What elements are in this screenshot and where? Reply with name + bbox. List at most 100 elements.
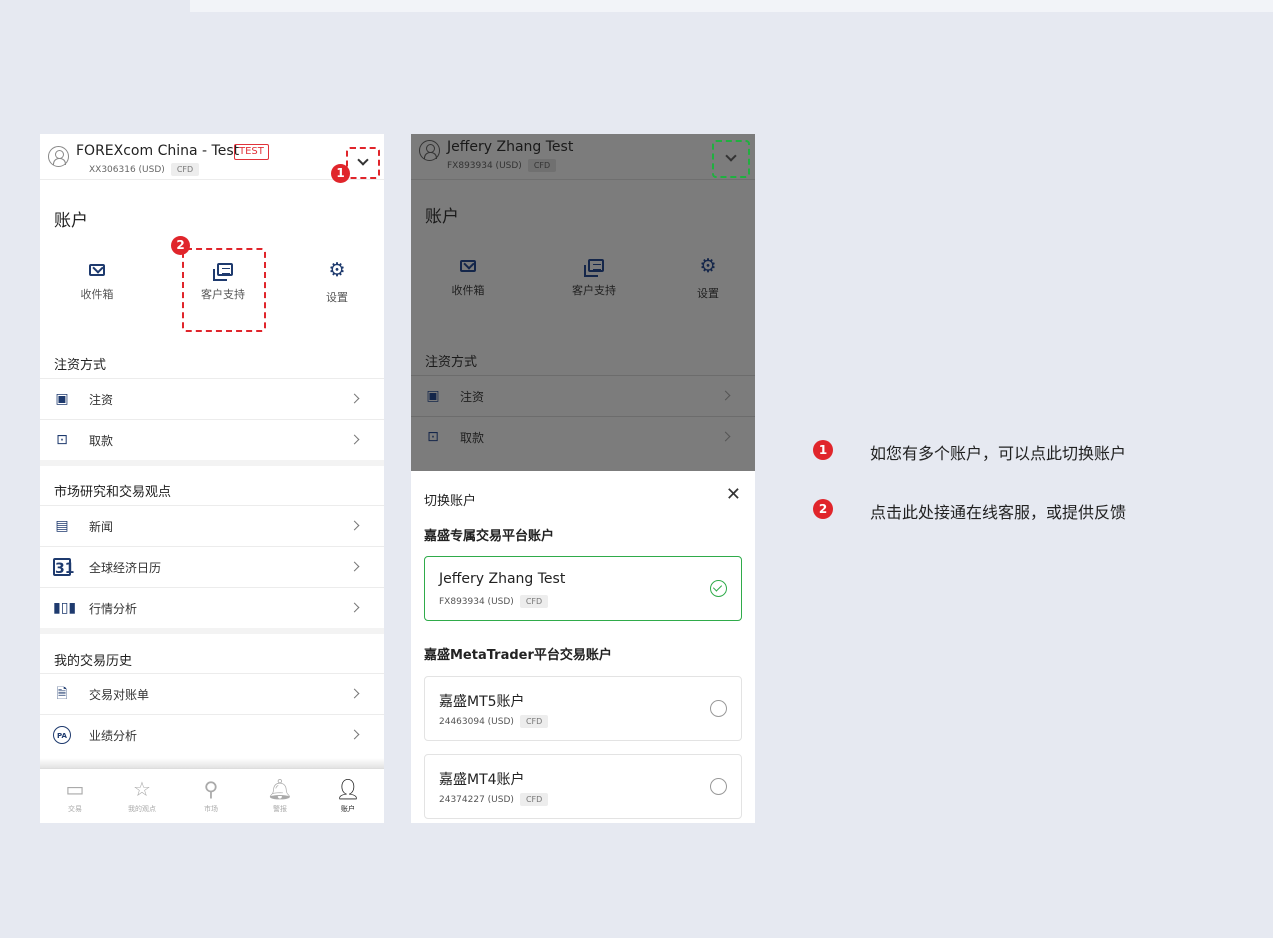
row-label: 行情分析 <box>89 602 138 616</box>
cfd-badge: CFD <box>170 163 200 176</box>
row-statement[interactable]: 🗎 交易对账单 <box>40 673 384 714</box>
row-deposit[interactable]: ▣ 注资 <box>40 378 384 419</box>
account-option-number: FX893934 (USD) CFD <box>439 595 549 608</box>
cfd-badge: CFD <box>519 595 549 608</box>
account-option-mt4[interactable]: 嘉盛MT4账户 24374227 (USD) CFD <box>424 754 742 819</box>
nav-trade[interactable]: ▭ 交易 <box>46 777 104 814</box>
gear-icon: ⚙ <box>699 255 717 277</box>
page-title: 账户 <box>54 211 88 231</box>
account-switch-button[interactable] <box>712 140 750 178</box>
nav-shadow <box>40 758 384 768</box>
section-divider <box>40 628 384 634</box>
bell-icon: 🔔︎ <box>267 777 293 801</box>
cfd-badge: CFD <box>527 159 557 172</box>
dimmed-background[interactable]: Jeffery Zhang Test FX893934 (USD) CFD 账户 … <box>411 134 755 471</box>
chevron-right-icon <box>349 602 360 613</box>
support-label: 客户支持 <box>572 284 616 297</box>
nav-label: 账户 <box>341 805 355 813</box>
group-metatrader: 嘉盛MetaTrader平台交易账户 <box>424 648 612 663</box>
group-proprietary: 嘉盛专属交易平台账户 <box>424 529 555 544</box>
nav-markets[interactable]: ⚲ 市场 <box>182 777 240 814</box>
row-withdraw: ⊡ 取款 <box>411 416 755 457</box>
chevron-down-icon <box>725 150 737 162</box>
trade-icon: ▭ <box>65 777 85 801</box>
chevron-right-icon <box>349 434 360 445</box>
account-switch-button[interactable] <box>346 147 380 179</box>
inbox-button: 收件箱 <box>423 257 513 298</box>
nav-views[interactable]: ☆ 我的观点 <box>113 777 171 814</box>
legend-text: 如您有多个账户，可以点此切换账户 <box>870 444 1127 463</box>
nav-label: 市场 <box>204 805 218 813</box>
page-title: 账户 <box>425 207 459 227</box>
account-number: FX893934 (USD) CFD <box>447 159 557 172</box>
account-number-text: FX893934 (USD) <box>447 161 522 171</box>
withdraw-icon: ⊡ <box>427 429 439 445</box>
row-analysis[interactable]: ▮▯▮ 行情分析 <box>40 587 384 628</box>
account-option-number: 24374227 (USD) CFD <box>439 793 549 806</box>
account-option-mt5[interactable]: 嘉盛MT5账户 24463094 (USD) CFD <box>424 676 742 741</box>
inbox-label: 收件箱 <box>80 288 114 301</box>
support-button[interactable]: 客户支持 <box>178 261 268 302</box>
news-icon: ▤ <box>55 518 69 534</box>
withdraw-icon: ⊡ <box>56 432 68 448</box>
phone-screen-account: FOREXcom China - Test TEST XX306316 (USD… <box>40 134 384 823</box>
account-option-name: 嘉盛MT4账户 <box>439 772 525 788</box>
phone-screen-switch-account: Jeffery Zhang Test FX893934 (USD) CFD 账户 … <box>411 134 755 823</box>
chat-icon <box>584 259 604 277</box>
close-icon[interactable]: ✕ <box>726 486 741 504</box>
row-performance[interactable]: PA 业绩分析 <box>40 714 384 755</box>
row-news[interactable]: ▤ 新闻 <box>40 505 384 546</box>
nav-account[interactable]: 👤︎ 账户 <box>319 777 377 814</box>
chevron-right-icon <box>349 561 360 572</box>
avatar-icon <box>419 140 440 161</box>
row-calendar[interactable]: 31 全球经济日历 <box>40 546 384 587</box>
account-option-number-text: FX893934 (USD) <box>439 597 514 607</box>
document-icon: 🗎 <box>56 686 68 702</box>
chevron-right-icon <box>720 390 731 401</box>
chevron-right-icon <box>349 520 360 531</box>
account-option-name: 嘉盛MT5账户 <box>439 694 525 710</box>
support-button: 客户支持 <box>549 257 639 298</box>
chevron-right-icon <box>349 729 360 740</box>
section-funding: 注资方式 <box>54 358 107 373</box>
account-option-number-text: 24463094 (USD) <box>439 717 514 727</box>
radio-icon <box>710 778 727 795</box>
chevron-right-icon <box>349 688 360 699</box>
calendar-icon: 31 <box>53 558 74 577</box>
row-label: 交易对账单 <box>89 688 150 702</box>
performance-icon: PA <box>53 726 71 744</box>
selected-check-icon <box>710 580 727 597</box>
chevron-right-icon <box>349 393 360 404</box>
account-option-number: 24463094 (USD) CFD <box>439 715 549 728</box>
row-label: 业绩分析 <box>89 729 138 743</box>
nav-alerts[interactable]: 🔔︎ 警报 <box>251 777 309 814</box>
nav-label: 交易 <box>68 805 82 813</box>
row-label: 取款 <box>460 431 485 445</box>
account-option-name: Jeffery Zhang Test <box>439 571 566 587</box>
mail-icon <box>89 264 105 276</box>
chevron-down-icon <box>357 154 369 166</box>
row-label: 注资 <box>89 393 114 407</box>
row-withdraw[interactable]: ⊡ 取款 <box>40 419 384 460</box>
settings-button[interactable]: ⚙ 设置 <box>292 261 382 305</box>
legend-text: 点击此处接通在线客服，或提供反馈 <box>870 503 1127 522</box>
account-header: Jeffery Zhang Test FX893934 (USD) CFD <box>411 134 755 180</box>
row-label: 注资 <box>460 390 485 404</box>
mail-icon <box>460 260 476 272</box>
switch-account-sheet: 切换账户 ✕ 嘉盛专属交易平台账户 Jeffery Zhang Test FX8… <box>411 471 755 823</box>
deposit-icon: ▣ <box>426 388 440 404</box>
inbox-button[interactable]: 收件箱 <box>52 261 142 302</box>
search-icon: ⚲ <box>203 777 219 801</box>
bottom-nav: ▭ 交易 ☆ 我的观点 ⚲ 市场 🔔︎ 警报 👤︎ 账户 <box>40 768 384 823</box>
avatar-icon <box>48 146 69 167</box>
account-name: Jeffery Zhang Test <box>447 139 574 155</box>
user-icon: 👤︎ <box>335 777 361 801</box>
section-research: 市场研究和交易观点 <box>54 485 172 500</box>
watchlist-icon: ☆ <box>133 777 151 801</box>
section-divider <box>40 460 384 466</box>
section-history: 我的交易历史 <box>54 654 133 669</box>
account-option-number-text: 24374227 (USD) <box>439 795 514 805</box>
nav-label: 警报 <box>273 805 287 813</box>
radio-icon <box>710 700 727 717</box>
account-option-jeffery[interactable]: Jeffery Zhang Test FX893934 (USD) CFD <box>424 556 742 621</box>
